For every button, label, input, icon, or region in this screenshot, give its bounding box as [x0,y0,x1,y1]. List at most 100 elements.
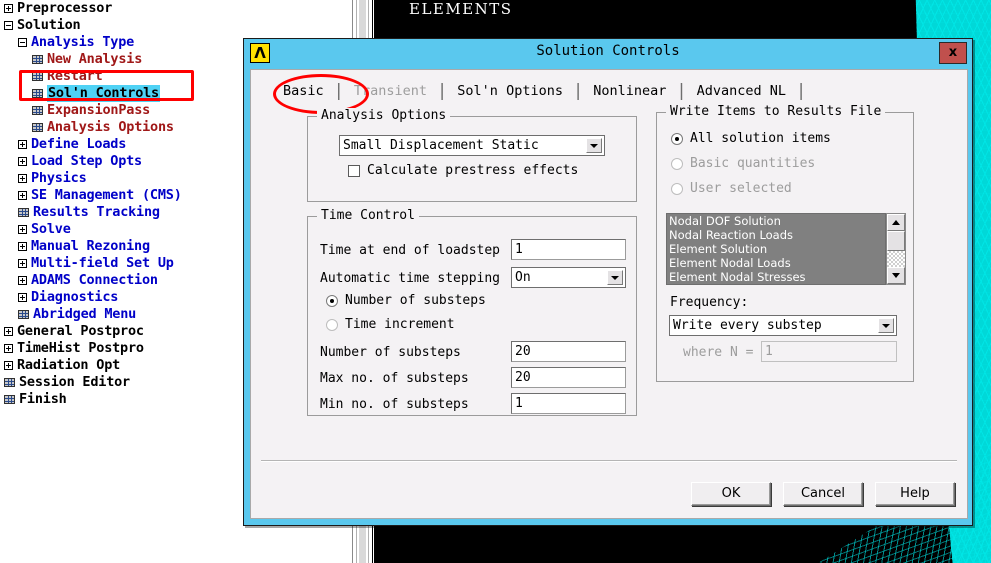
expand-plus-icon[interactable] [18,241,27,251]
cancel-button[interactable]: Cancel [783,482,863,506]
basic-quantities-radio-row[interactable]: Basic quantities [671,156,815,171]
tab-soln-options[interactable]: Sol'n Options [457,81,563,101]
tab-separator: | [572,81,584,101]
write-items-listbox[interactable]: Nodal DOF Solution Nodal Reaction Loads El… [666,213,886,285]
scroll-down-icon[interactable] [887,267,905,284]
write-items-legend: Write Items to Results File [666,104,886,119]
dialog-client-area: Basic | Transient | Sol'n Options | Nonl… [250,69,968,519]
list-item[interactable]: Nodal Reaction Loads [667,228,885,242]
tree-item-label: Results Tracking [33,204,160,220]
analysis-type-value: Small Displacement Static [343,138,539,153]
expand-plus-icon[interactable] [4,3,13,13]
dialog-title-bar[interactable]: Λ Solution Controls x [244,39,972,67]
tab-separator: | [333,81,344,101]
list-item[interactable]: Element Nodal Stresses [667,270,885,284]
where-n-input[interactable]: 1 [761,341,897,362]
expand-plus-icon[interactable] [18,156,27,166]
tree-item-label: Load Step Opts [31,153,142,169]
write-items-group: Write Items to Results File All solution… [656,104,914,382]
analysis-type-combo[interactable]: Small Displacement Static [339,135,605,156]
ansys-mechanical-apdl-window: Preprocessor Solution Analysis Type New Ana… [0,0,991,563]
menu-leaf-icon [32,88,43,98]
scrollbar-thumb[interactable] [887,231,905,251]
expand-plus-icon[interactable] [18,173,27,183]
time-increment-radio-row[interactable]: Time increment [326,317,455,332]
automatic-time-stepping-value: On [515,270,531,285]
tab-separator: | [437,81,448,101]
frequency-combo[interactable]: Write every substep [669,315,897,336]
close-icon[interactable]: x [939,42,967,64]
scrollbar-gutter[interactable] [887,251,905,267]
listbox-vertical-scrollbar[interactable] [886,213,906,285]
help-button[interactable]: Help [875,482,955,506]
tree-item-label: Radiation Opt [17,357,121,373]
tree-item-solution[interactable]: Solution [0,17,352,34]
ok-button[interactable]: OK [691,482,771,506]
basic-tab-panel: Analysis Options Small Displacement Stat… [251,104,967,518]
time-increment-radio[interactable] [326,318,338,331]
frequency-value: Write every substep [673,318,822,333]
expand-plus-icon[interactable] [18,224,27,234]
tree-item-label: General Postproc [17,323,144,339]
dialog-title: Solution Controls [536,43,680,59]
tree-item-preprocessor[interactable]: Preprocessor [0,0,352,17]
chevron-down-icon[interactable] [586,138,602,153]
chevron-down-icon[interactable] [878,318,894,333]
prestress-row[interactable]: Calculate prestress effects [348,163,578,178]
max-substeps-input[interactable]: 20 [511,367,626,388]
tree-item-label: Solution [17,17,81,33]
scroll-up-icon[interactable] [887,214,905,231]
expand-plus-icon[interactable] [4,360,13,370]
tree-item-label: ExpansionPass [47,102,151,118]
tree-item-label: Preprocessor [17,0,113,16]
tree-item-label: Physics [31,170,87,186]
min-substeps-label: Min no. of substeps [320,397,469,412]
user-selected-label: User selected [690,181,792,196]
collapse-minus-icon[interactable] [4,20,13,30]
collapse-minus-icon[interactable] [18,37,27,47]
expand-plus-icon[interactable] [18,190,27,200]
tab-separator: | [796,81,807,101]
expand-plus-icon[interactable] [4,343,13,353]
tree-item-label: Analysis Type [31,34,135,50]
all-solution-items-radio[interactable] [671,132,683,145]
number-of-substeps-radio-label: Number of substeps [345,293,486,308]
frequency-label: Frequency: [670,295,749,310]
expand-plus-icon[interactable] [18,275,27,285]
basic-quantities-radio[interactable] [671,157,683,170]
tree-item-label: Session Editor [19,374,130,390]
dialog-button-bar: OK Cancel Help [691,482,955,506]
expand-plus-icon[interactable] [18,258,27,268]
num-substeps-input[interactable]: 20 [511,341,626,362]
number-of-substeps-radio-row[interactable]: Number of substeps [326,293,486,308]
time-end-loadstep-input[interactable]: 1 [511,239,626,260]
calculate-prestress-checkbox[interactable] [348,164,360,177]
number-of-substeps-radio[interactable] [326,294,338,307]
chevron-down-icon[interactable] [607,270,623,285]
expand-plus-icon[interactable] [4,326,13,336]
tree-item-label: Analysis Options [47,119,174,135]
tree-item-label: Define Loads [31,136,127,152]
calculate-prestress-label: Calculate prestress effects [367,163,579,178]
tab-advanced-nl[interactable]: Advanced NL [697,81,786,101]
menu-leaf-icon [18,207,29,217]
tab-nonlinear[interactable]: Nonlinear [593,81,666,101]
user-selected-radio[interactable] [671,182,683,195]
user-selected-radio-row[interactable]: User selected [671,181,792,196]
automatic-time-stepping-label: Automatic time stepping [320,271,501,286]
list-item[interactable]: Nodal DOF Solution [667,214,885,228]
expand-plus-icon[interactable] [18,292,27,302]
tree-item-label: Multi-field Set Up [31,255,174,271]
solution-controls-dialog: Λ Solution Controls x Basic | Transient … [243,38,973,526]
tab-basic[interactable]: Basic [283,81,324,101]
all-solution-items-radio-row[interactable]: All solution items [671,131,831,146]
list-item[interactable]: Element Nodal Loads [667,256,885,270]
time-end-loadstep-label: Time at end of loadstep [320,243,501,258]
analysis-options-legend: Analysis Options [317,108,451,123]
list-item[interactable]: Element Solution [667,242,885,256]
expand-plus-icon[interactable] [18,139,27,149]
graphics-title-text: ELEMENTS [409,0,513,18]
menu-leaf-icon [4,394,15,404]
min-substeps-input[interactable]: 1 [511,393,626,414]
automatic-time-stepping-combo[interactable]: On [511,267,626,288]
